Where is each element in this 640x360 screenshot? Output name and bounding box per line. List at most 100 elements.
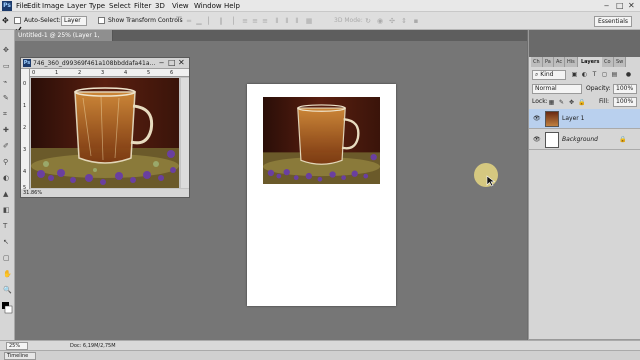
menu-help[interactable]: Help [224, 1, 240, 11]
menu-select[interactable]: Select [109, 1, 131, 11]
3d-roll-icon[interactable]: ◉ [376, 17, 384, 25]
document-tab[interactable]: Untitled-1 @ 25% (Layer 1, RGB/8) * [15, 30, 113, 50]
menu-edit[interactable]: Edit [27, 1, 41, 11]
layer-row-layer-1[interactable]: 👁 Layer 1 [529, 109, 640, 129]
distribute-right-icon[interactable]: ⫴ [293, 17, 301, 25]
lock-transparency-icon[interactable]: ▦ [548, 99, 555, 106]
auto-select-dropdown[interactable]: Layer [61, 16, 87, 26]
align-right-icon[interactable]: ▕ [227, 17, 235, 25]
floating-zoom-value[interactable]: 31.86% [23, 190, 42, 196]
tab-color[interactable]: Co [602, 57, 614, 67]
document-page[interactable] [247, 84, 396, 306]
distribute-center-icon[interactable]: ≡ [251, 17, 259, 25]
menu-type[interactable]: Type [89, 1, 105, 11]
layer-filter-dropdown[interactable]: ⌕ Kind [532, 70, 566, 80]
zoom-input[interactable]: 25% [6, 342, 28, 350]
minimize-button[interactable]: ‒ [604, 1, 609, 11]
right-panel-dock: Ch Pa Ac His Layers Co Sw ⌕ Kind ▣ ◐ T ◻… [528, 30, 640, 350]
filter-smart-object-icon[interactable]: ▤ [611, 71, 618, 78]
visibility-eye-icon[interactable]: 👁 [533, 115, 541, 122]
show-transform-checkbox[interactable] [98, 17, 105, 24]
vertical-scrollbar[interactable] [181, 78, 189, 188]
close-button[interactable]: ✕ [628, 1, 635, 11]
tools-strip[interactable]: ✥ ▭ ⌁ ✎ ⌗ ✚ ✐ ⚲ ◐ ▲ ◧ T ↖ ▢ ✋ 🔍 [0, 30, 15, 350]
document-size-info[interactable]: Doc: 6,19M/2,75M [70, 342, 116, 350]
menu-window[interactable]: Window [194, 1, 222, 11]
filter-pixel-icon[interactable]: ▣ [571, 71, 578, 78]
floating-window-titlebar[interactable]: Ps 746_360_d99369f461a108bbddafa41a... ‒… [21, 58, 189, 69]
auto-select-label: Auto-Select: [24, 17, 61, 24]
timeline-label: Timeline [7, 353, 29, 359]
blend-mode-dropdown[interactable]: Normal [532, 84, 582, 94]
svg-text:⚲: ⚲ [3, 158, 8, 166]
vertical-ruler[interactable]: 0 1 2 3 4 5 [21, 69, 30, 191]
tab-swatches[interactable]: Sw [614, 57, 627, 67]
floating-document-window[interactable]: Ps 746_360_d99369f461a108bbddafa41a... ‒… [20, 57, 190, 198]
opacity-input[interactable]: 100% [613, 84, 637, 94]
float-minimize-button[interactable]: ‒ [159, 58, 164, 68]
maximize-button[interactable]: □ [616, 1, 624, 11]
auto-align-icon[interactable]: ▦ [305, 17, 313, 25]
filter-adjustment-icon[interactable]: ◐ [581, 71, 588, 78]
tab-actions[interactable]: Ac [554, 57, 566, 67]
fill-label: Fill: [599, 98, 610, 105]
distribute-hcenter-icon[interactable]: ⫴ [283, 17, 291, 25]
horizontal-ruler[interactable]: 0 1 2 3 4 5 6 [30, 69, 189, 77]
workspace-switcher[interactable]: Essentials [594, 16, 632, 27]
filter-shape-icon[interactable]: ◻ [601, 71, 608, 78]
distribute-left-icon[interactable]: ⫴ [273, 17, 281, 25]
layer-name[interactable]: Layer 1 [562, 114, 584, 123]
distribute-bottom-icon[interactable]: ≡ [261, 17, 269, 25]
menu-filter[interactable]: Filter [134, 1, 151, 11]
3d-mode-label: 3D Mode: [334, 17, 363, 24]
float-close-button[interactable]: ✕ [178, 58, 185, 68]
svg-text:✐: ✐ [3, 142, 9, 150]
tab-history[interactable]: His [565, 57, 578, 67]
svg-text:T: T [2, 222, 8, 230]
panel-collapsed-strip [529, 30, 640, 57]
align-bottom-icon[interactable]: ▁ [195, 17, 203, 25]
float-maximize-button[interactable]: □ [168, 58, 176, 68]
3d-slide-icon[interactable]: ⇕ [400, 17, 408, 25]
menu-3d[interactable]: 3D [155, 1, 165, 11]
zoom-value: 25% [9, 343, 21, 349]
lock-pixels-icon[interactable]: ✎ [558, 99, 565, 106]
visibility-eye-icon[interactable]: 👁 [533, 136, 541, 143]
tab-channels[interactable]: Ch [531, 57, 543, 67]
svg-text:◧: ◧ [3, 206, 10, 214]
app-logo: Ps [2, 1, 12, 11]
tea-glass-photo [31, 78, 179, 188]
ps-document-icon: Ps [23, 59, 31, 67]
show-transform-label: Show Transform Controls [108, 17, 183, 24]
fill-input[interactable]: 100% [613, 97, 637, 107]
tab-paths[interactable]: Pa [543, 57, 554, 67]
align-hcenter-icon[interactable]: ‖ [217, 17, 225, 25]
auto-select-checkbox[interactable] [14, 17, 22, 33]
lock-all-icon[interactable]: 🔒 [578, 99, 585, 106]
menu-image[interactable]: Image [42, 1, 64, 11]
layer-name[interactable]: Background [562, 135, 598, 144]
3d-pan-icon[interactable]: ✣ [388, 17, 396, 25]
align-top-icon[interactable]: ▔ [175, 17, 183, 25]
menu-view[interactable]: View [172, 1, 189, 11]
lock-position-icon[interactable]: ✥ [568, 99, 575, 106]
layers-panel: Ch Pa Ac His Layers Co Sw ⌕ Kind ▣ ◐ T ◻… [529, 57, 640, 350]
align-left-icon[interactable]: ▏ [207, 17, 215, 25]
layer-1-image[interactable] [263, 97, 380, 184]
align-vcenter-icon[interactable]: ═ [185, 17, 193, 25]
source-image[interactable] [31, 78, 179, 188]
tab-layers[interactable]: Layers [579, 57, 603, 67]
3d-scale-icon[interactable]: ▪ [412, 17, 420, 25]
move-tool-icon[interactable]: ✥ [2, 16, 9, 26]
layer-row-background[interactable]: 👁 Background 🔒 [529, 130, 640, 150]
menu-layer[interactable]: Layer [67, 1, 87, 11]
filter-toggle-icon[interactable]: ● [625, 71, 632, 78]
floating-window-status: 31.86% [21, 189, 189, 197]
svg-text:✎: ✎ [3, 94, 9, 102]
filter-type-icon[interactable]: T [591, 71, 598, 78]
tab-timeline[interactable]: Timeline [4, 352, 36, 360]
opacity-value: 100% [616, 85, 634, 92]
distribute-top-icon[interactable]: ≡ [241, 17, 249, 25]
menu-file[interactable]: File [16, 1, 28, 11]
3d-rotate-icon[interactable]: ↻ [364, 17, 372, 25]
